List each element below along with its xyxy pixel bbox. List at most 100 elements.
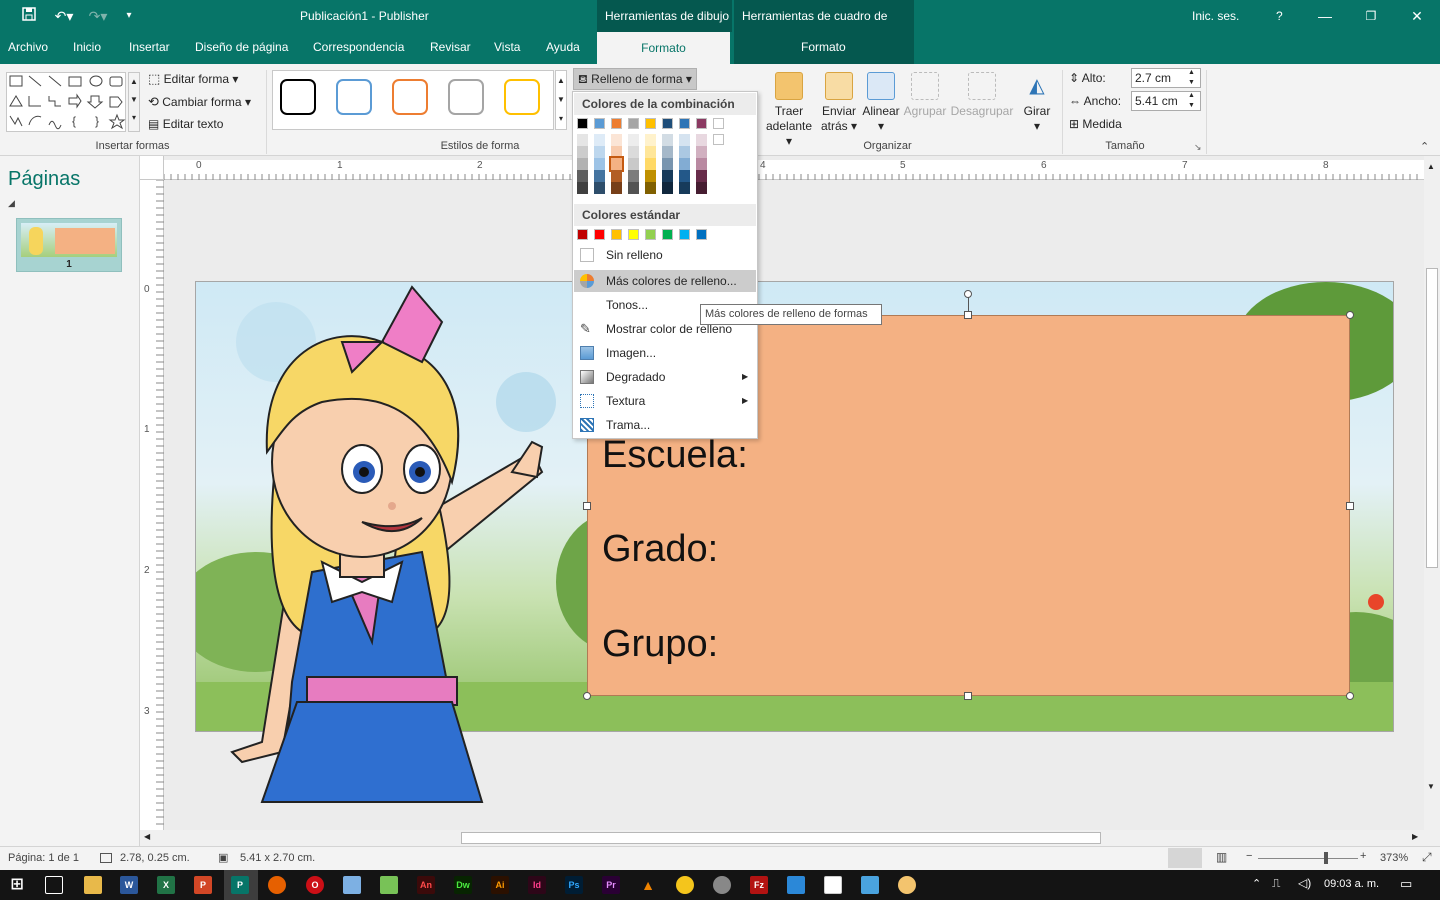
collapse-pages-icon[interactable]: ◢ (8, 198, 15, 209)
tab-ayuda[interactable]: Ayuda (546, 40, 580, 54)
standard-color-swatch[interactable] (628, 229, 639, 240)
collapse-ribbon-icon[interactable]: ⌃ (1420, 140, 1429, 153)
scheme-shade-swatch[interactable] (611, 134, 622, 146)
scroll-right-icon[interactable]: ▶ (1412, 832, 1418, 841)
scheme-shade-swatch[interactable] (628, 170, 639, 182)
scheme-shade-swatch[interactable] (696, 170, 707, 182)
scheme-shade-swatch[interactable] (609, 156, 624, 172)
scheme-shade-swatch[interactable] (577, 146, 588, 158)
zoom-level[interactable]: 373% (1380, 852, 1408, 864)
scheme-color-swatch[interactable] (611, 118, 622, 129)
scheme-shade-swatch[interactable] (679, 170, 690, 182)
scheme-shade-swatch[interactable] (628, 134, 639, 146)
photoshop-icon[interactable]: Ps (565, 876, 583, 894)
tab-inicio[interactable]: Inicio (73, 40, 101, 54)
scheme-shade-swatch[interactable] (645, 134, 656, 146)
page-thumbnail[interactable]: 1 (16, 218, 122, 272)
scroll-left-icon[interactable]: ◀ (144, 832, 150, 841)
restore-icon[interactable]: ❐ (1348, 0, 1394, 32)
animate-icon[interactable]: An (417, 876, 435, 894)
scheme-shade-swatch[interactable] (611, 182, 622, 194)
resize-handle-n[interactable] (964, 311, 972, 319)
scheme-shade-swatch[interactable] (713, 134, 724, 145)
horizontal-scroll-thumb[interactable] (461, 832, 1101, 844)
styles-gallery-scroll[interactable]: ▲ ▼ ▾ (555, 70, 567, 130)
premiere-icon[interactable]: Pr (602, 876, 620, 894)
scheme-shade-swatch[interactable] (679, 146, 690, 158)
vlc-icon[interactable]: ▲ (639, 876, 657, 894)
scheme-shade-swatch[interactable] (662, 134, 673, 146)
standard-color-swatch[interactable] (679, 229, 690, 240)
volume-icon[interactable]: ◁) (1298, 876, 1311, 890)
scheme-color-swatch[interactable] (713, 118, 724, 129)
sign-in-link[interactable]: Inic. ses. (1192, 9, 1239, 23)
scheme-color-swatch[interactable] (679, 118, 690, 129)
scheme-shade-swatch[interactable] (611, 146, 622, 158)
firefox-icon[interactable] (268, 876, 286, 894)
edit-shape-button[interactable]: ⬚ Editar forma ▾ (148, 71, 238, 87)
shapes-gallery[interactable]: {} (6, 72, 126, 132)
help-button[interactable]: ? (1276, 9, 1283, 23)
shape-style-black[interactable] (280, 79, 316, 115)
app-icon-store[interactable] (824, 876, 842, 894)
scheme-color-swatch[interactable] (594, 118, 605, 129)
scheme-color-swatch[interactable] (662, 118, 673, 129)
vertical-scroll-thumb[interactable] (1426, 268, 1438, 568)
scheme-shade-swatch[interactable] (696, 182, 707, 194)
app-icon-box[interactable] (787, 876, 805, 894)
illustrator-icon[interactable]: Ai (491, 876, 509, 894)
tab-formato-cuadro-texto[interactable]: Formato (801, 40, 846, 54)
rotation-handle[interactable] (964, 290, 972, 298)
group-button[interactable]: Agrupar (902, 72, 948, 119)
word-icon[interactable]: W (120, 876, 138, 894)
indesign-icon[interactable]: Id (528, 876, 546, 894)
save-icon[interactable] (18, 6, 40, 26)
standard-color-swatch[interactable] (645, 229, 656, 240)
scheme-shade-swatch[interactable] (577, 170, 588, 182)
tab-insertar[interactable]: Insertar (129, 40, 170, 54)
redo-icon[interactable]: ↷▾ (84, 6, 112, 26)
menu-no-fill[interactable]: Sin relleno (574, 244, 756, 266)
notes-icon[interactable] (861, 876, 879, 894)
scheme-shade-swatch[interactable] (628, 182, 639, 194)
minimize-icon[interactable]: — (1302, 0, 1348, 32)
shape-style-gray[interactable] (448, 79, 484, 115)
filezilla-icon[interactable]: Fz (750, 876, 768, 894)
standard-color-swatch[interactable] (662, 229, 673, 240)
menu-more-fill-colors[interactable]: Más colores de relleno... (574, 270, 756, 292)
publisher-icon[interactable]: P (231, 876, 249, 894)
bring-forward-button[interactable]: Traer adelante ▾ (766, 72, 812, 149)
tab-formato-dibujo[interactable]: Formato (597, 32, 730, 64)
zoom-slider-thumb[interactable] (1324, 852, 1328, 864)
scheme-color-swatch[interactable] (628, 118, 639, 129)
shape-style-blue[interactable] (336, 79, 372, 115)
tab-archivo[interactable]: Archivo (8, 40, 48, 54)
vertical-scrollbar[interactable]: ▲ ▼ (1424, 156, 1440, 846)
width-spinner[interactable]: ▲ ▼ (1188, 91, 1195, 111)
scheme-shade-swatch[interactable] (679, 134, 690, 146)
send-backward-button[interactable]: Enviar atrás ▾ (816, 72, 862, 134)
standard-color-swatch[interactable] (696, 229, 707, 240)
scroll-up-icon[interactable]: ▲ (1427, 162, 1435, 171)
zoom-in-icon[interactable]: + (1360, 850, 1366, 862)
shape-fill-button[interactable]: ⛾ Relleno de forma ▾ (573, 68, 697, 90)
scheme-shade-swatch[interactable] (628, 158, 639, 170)
edit-text-button[interactable]: ▤ Editar texto (148, 117, 223, 131)
scheme-shade-swatch[interactable] (594, 134, 605, 146)
scroll-down-icon[interactable]: ▼ (1427, 782, 1435, 791)
scheme-shade-swatch[interactable] (594, 170, 605, 182)
scheme-shade-swatch[interactable] (662, 146, 673, 158)
scheme-shade-swatch[interactable] (662, 170, 673, 182)
fit-page-icon[interactable]: ⤢ (1422, 850, 1432, 865)
paint-icon[interactable] (898, 876, 916, 894)
scheme-shade-swatch[interactable] (679, 182, 690, 194)
scheme-shade-swatch[interactable] (594, 158, 605, 170)
resize-handle-ne[interactable] (1346, 311, 1354, 319)
scheme-color-swatch[interactable] (696, 118, 707, 129)
resize-handle-e[interactable] (1346, 502, 1354, 510)
scheme-shade-swatch[interactable] (577, 158, 588, 170)
tray-chevron-icon[interactable]: ⌃ (1252, 877, 1261, 890)
tab-revisar[interactable]: Revisar (430, 40, 471, 54)
shape-style-orange[interactable] (392, 79, 428, 115)
vertical-ruler[interactable] (140, 180, 164, 830)
